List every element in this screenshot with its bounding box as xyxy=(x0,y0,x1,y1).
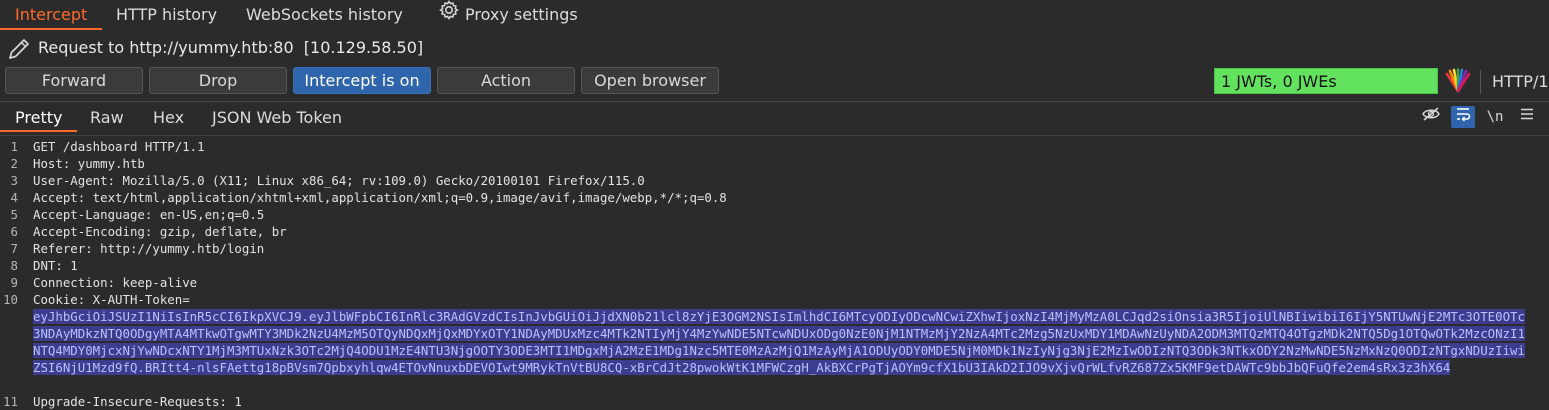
forward-button[interactable]: Forward xyxy=(5,67,143,94)
request-target: Request to http://yummy.htb:80 [10.129.5… xyxy=(38,38,424,57)
line-text: Host: yummy.htb xyxy=(33,156,145,171)
open-browser-button[interactable]: Open browser xyxy=(581,67,719,94)
line-text: Cookie: X-AUTH-Token= xyxy=(33,292,190,307)
line-number: 3 xyxy=(10,173,18,188)
line-number: 11 xyxy=(3,394,18,409)
line-number: 8 xyxy=(10,258,18,273)
line-text: Accept: text/html,application/xhtml+xml,… xyxy=(33,190,727,205)
tab-pretty[interactable]: Pretty xyxy=(0,104,78,132)
colorful-fan-icon[interactable] xyxy=(1444,68,1472,98)
line-number: 1 xyxy=(10,139,18,154)
request-editor[interactable]: 1 GET /dashboard HTTP/1.1 2 Host: yummy.ht… xyxy=(0,135,1549,410)
wrap-lines-icon[interactable] xyxy=(1451,106,1475,128)
jwt-status-badge: 1 JWTs, 0 JWEs xyxy=(1214,68,1438,94)
hide-non-printable-icon[interactable] xyxy=(1419,106,1443,128)
gear-icon xyxy=(439,0,459,29)
tab-json-web-token[interactable]: JSON Web Token xyxy=(197,104,357,132)
tab-websockets-history[interactable]: WebSockets history xyxy=(231,0,418,30)
tab-raw[interactable]: Raw xyxy=(75,104,139,132)
line-text: Upgrade-Insecure-Requests: 1 xyxy=(33,394,242,409)
jwt-token-selection[interactable]: eyJhbGciOiJSUzI1NiIsInR5cCI6IkpXVCJ9.eyJ… xyxy=(33,308,1530,376)
intercept-toggle-button[interactable]: Intercept is on xyxy=(293,67,431,94)
menu-icon[interactable] xyxy=(1515,106,1539,128)
pencil-icon xyxy=(6,36,32,66)
line-number: 4 xyxy=(10,190,18,205)
tab-intercept[interactable]: Intercept xyxy=(0,0,103,30)
message-view-tabs: Pretty Raw Hex JSON Web Token xyxy=(0,104,1549,132)
line-text: Accept-Language: en-US,en;q=0.5 xyxy=(33,207,265,222)
line-text: GET /dashboard HTTP/1.1 xyxy=(33,139,205,154)
line-text: Connection: keep-alive xyxy=(33,275,198,290)
http-version-label[interactable]: HTTP/1 xyxy=(1480,70,1549,94)
drop-button[interactable]: Drop xyxy=(149,67,287,94)
line-number: 5 xyxy=(10,207,18,222)
tab-proxy-settings-label: Proxy settings xyxy=(465,5,578,24)
line-text: Accept-Encoding: gzip, deflate, br xyxy=(33,224,287,239)
tab-http-history[interactable]: HTTP history xyxy=(101,0,232,30)
tab-proxy-settings[interactable]: Proxy settings xyxy=(424,0,593,30)
line-number: 9 xyxy=(10,275,18,290)
tab-hex[interactable]: Hex xyxy=(138,104,199,132)
line-text: User-Agent: Mozilla/5.0 (X11; Linux x86_… xyxy=(33,173,645,188)
line-number: 7 xyxy=(10,241,18,256)
proxy-tabs: Intercept HTTP history WebSockets histor… xyxy=(0,0,1549,30)
line-number: 6 xyxy=(10,224,18,239)
line-text: DNT: 1 xyxy=(33,258,78,273)
request-info: Request to http://yummy.htb:80 [10.129.5… xyxy=(0,34,1549,64)
line-number: 2 xyxy=(10,156,18,171)
line-number: 10 xyxy=(3,292,18,307)
jwt-token-text: eyJhbGciOiJSUzI1NiIsInR5cCI6IkpXVCJ9.eyJ… xyxy=(33,309,1525,375)
line-text: Referer: http://yummy.htb/login xyxy=(33,241,265,256)
divider xyxy=(0,101,1549,102)
action-button[interactable]: Action xyxy=(437,67,575,94)
show-newlines-button[interactable]: \n xyxy=(1483,106,1507,128)
